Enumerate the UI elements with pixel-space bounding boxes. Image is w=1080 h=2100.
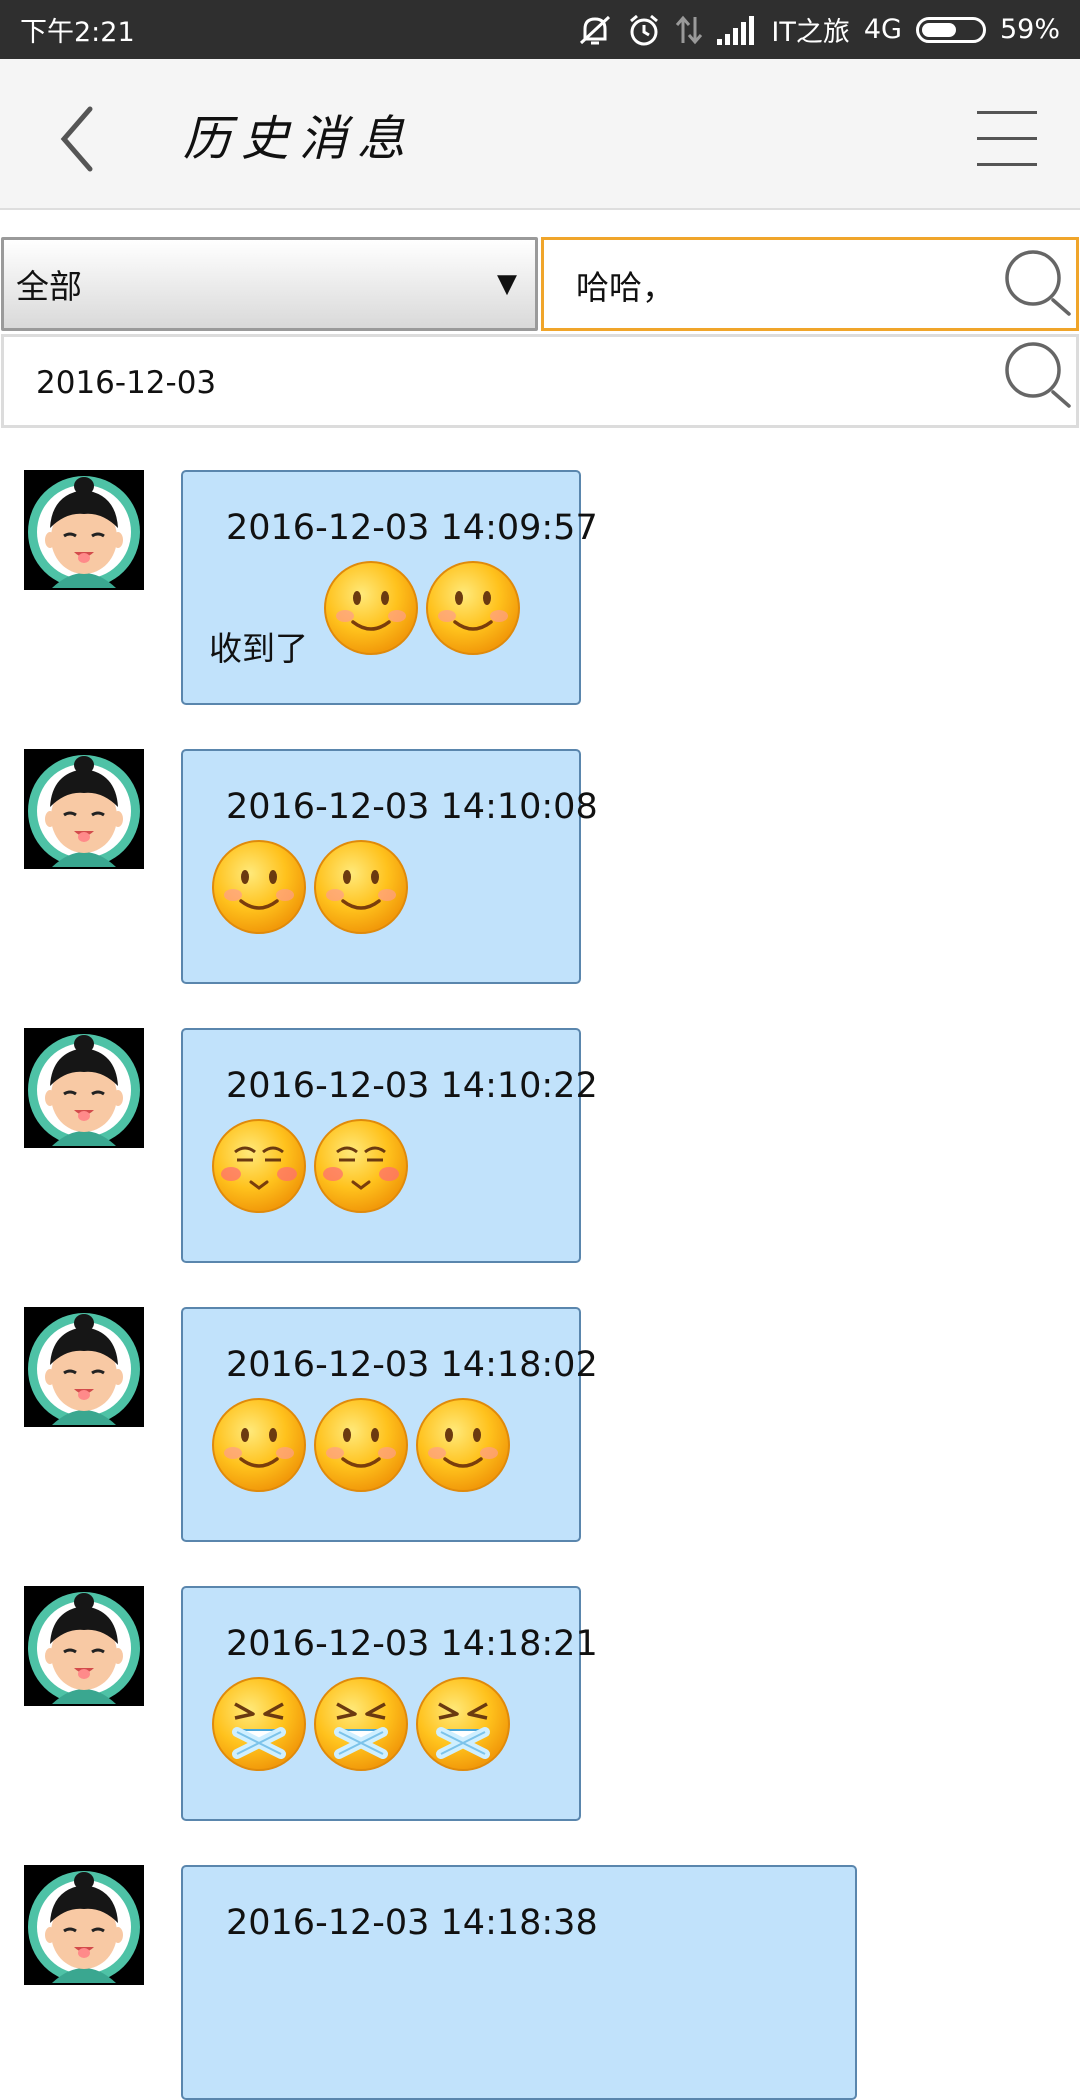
page-title: 历史消息 — [183, 111, 416, 167]
avatar[interactable] — [24, 470, 144, 590]
menu-button[interactable] — [975, 101, 1041, 177]
message-time: 2016-12-03 14:18:21 — [226, 1624, 598, 1664]
avatar[interactable] — [24, 1307, 144, 1427]
network-label: 4G — [863, 14, 902, 45]
dropdown-arrow-icon: ▼ — [497, 269, 517, 299]
keyword-search-box — [541, 237, 1079, 331]
avatar-image — [24, 1586, 144, 1706]
message-bubble[interactable]: 2016-12-03 14:10:08 — [181, 749, 598, 984]
message-time: 2016-12-03 14:18:38 — [226, 1903, 598, 1943]
carrier-label: IT之旅 — [771, 17, 850, 48]
date-input[interactable] — [34, 351, 838, 415]
alarm-icon — [630, 14, 659, 45]
emoji-sealed-icon — [209, 1674, 309, 1774]
message-text: 收到了 — [209, 629, 308, 668]
emoji-smile-icon — [413, 1395, 513, 1495]
emoji-smile-icon — [311, 837, 411, 937]
emoji-shy-icon — [209, 1116, 309, 1216]
avatar[interactable] — [24, 749, 144, 869]
avatar-image — [24, 1028, 144, 1148]
message-time: 2016-12-03 14:09:57 — [226, 508, 598, 548]
category-select-value: 全部 — [16, 267, 82, 306]
status-icons: IT之旅 4G 59% — [577, 10, 1060, 49]
battery-icon — [915, 16, 986, 43]
chevron-left-icon — [60, 106, 93, 172]
search-icon — [1003, 248, 1073, 320]
battery-level — [921, 22, 957, 37]
message-bubble[interactable]: 2016-12-03 14:09:57 收到了 — [181, 470, 598, 705]
message-time: 2016-12-03 14:18:02 — [226, 1345, 598, 1385]
message-time: 2016-12-03 14:10:08 — [226, 787, 598, 827]
emoji-smile-icon — [209, 837, 309, 937]
data-arrows-icon — [676, 15, 703, 44]
app-header: 历史消息 — [0, 59, 1080, 210]
avatar[interactable] — [24, 1586, 144, 1706]
keyword-search-button[interactable] — [1003, 248, 1073, 320]
status-bar: 下午2:21 IT之旅 4G 59% — [0, 0, 1080, 59]
emoji-smile-icon — [209, 1395, 309, 1495]
search-icon — [1003, 340, 1073, 412]
category-select[interactable]: 全部 ▼ — [1, 237, 538, 331]
emoji-smile-icon — [423, 558, 523, 658]
message-time: 2016-12-03 14:10:22 — [226, 1066, 598, 1106]
keyword-input[interactable] — [574, 252, 998, 318]
emoji-sealed-icon — [413, 1674, 513, 1774]
message-bubble[interactable]: 2016-12-03 14:10:22 — [181, 1028, 598, 1263]
emoji-shy-icon — [311, 1116, 411, 1216]
back-button[interactable] — [52, 99, 112, 179]
avatar[interactable] — [24, 1028, 144, 1148]
hamburger-menu-icon — [977, 111, 1037, 166]
message-bubble[interactable]: 2016-12-03 14:18:02 — [181, 1307, 598, 1542]
avatar[interactable] — [24, 1865, 144, 1985]
emoji-smile-icon — [311, 1395, 411, 1495]
signal-icon — [717, 15, 755, 45]
avatar-image — [24, 470, 144, 590]
avatar-image — [24, 1307, 144, 1427]
date-search-button[interactable] — [1003, 340, 1073, 412]
emoji-smile-icon — [321, 558, 421, 658]
emoji-sealed-icon — [311, 1674, 411, 1774]
status-time: 下午2:21 — [20, 17, 135, 48]
avatar-image — [24, 1865, 144, 1985]
message-bubble[interactable]: 2016-12-03 14:18:38 — [181, 1865, 857, 2100]
mute-icon — [580, 15, 611, 44]
message-bubble[interactable]: 2016-12-03 14:18:21 — [181, 1586, 598, 1821]
date-search-box — [1, 334, 1079, 428]
battery-percent: 59% — [999, 14, 1060, 45]
avatar-image — [24, 749, 144, 869]
